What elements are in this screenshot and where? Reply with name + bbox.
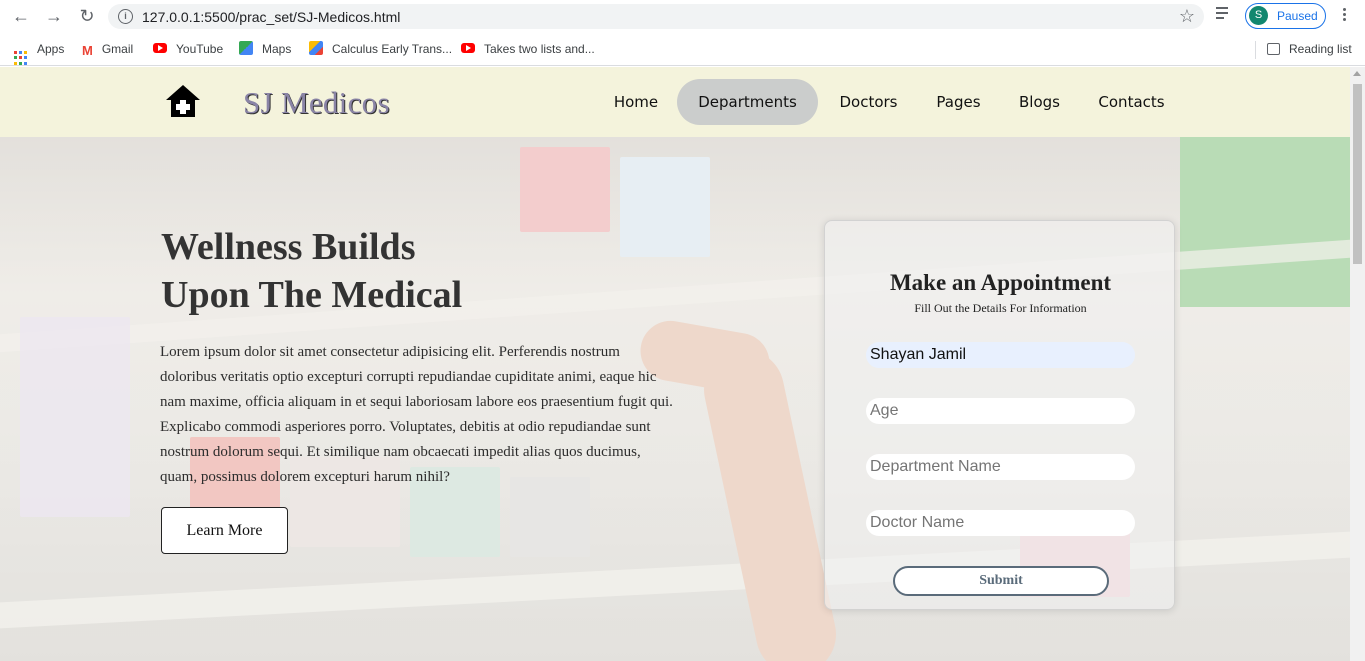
appointment-title: Make an Appointment	[889, 270, 1112, 295]
hospital-home-icon[interactable]	[164, 83, 202, 119]
apps-grid-icon	[14, 51, 28, 65]
bookmark-label: Maps	[262, 42, 292, 56]
site-header: SJ Medicos Home Departments Doctors Page…	[0, 67, 1350, 137]
page-viewport: SJ Medicos Home Departments Doctors Page…	[0, 67, 1365, 661]
scrollbar-thumb[interactable]	[1353, 84, 1362, 264]
hero-section: Wellness Builds Upon The Medical Lorem i…	[0, 137, 1350, 661]
media-queue-icon[interactable]	[1216, 7, 1234, 23]
hero-title-line: Upon The Medical	[161, 274, 463, 316]
reading-list-label: Reading list	[1289, 42, 1352, 56]
nav-doctors[interactable]: Doctors	[828, 79, 909, 125]
nav-home[interactable]: Home	[604, 79, 668, 125]
bookmark-label: YouTube	[176, 42, 224, 56]
appointment-subtitle: Fill Out the Details For Information	[914, 301, 1087, 315]
department-field[interactable]	[866, 454, 1135, 480]
youtube-icon	[461, 43, 475, 53]
forward-arrow-icon[interactable]: →	[43, 5, 65, 27]
scroll-up-arrow-icon[interactable]	[1353, 71, 1361, 76]
browser-toolbar: ← → ↻ i 127.0.0.1:5500/prac_set/SJ-Medic…	[0, 0, 1365, 33]
youtube-icon	[153, 43, 167, 53]
page-scrollbar[interactable]	[1350, 67, 1365, 661]
learn-more-button[interactable]: Learn More	[161, 507, 288, 554]
hero-title-line: Wellness Builds	[161, 226, 416, 268]
appointment-form: Make an Appointment Fill Out the Details…	[824, 220, 1175, 610]
doctor-field[interactable]	[866, 510, 1135, 536]
bookmark-label: Takes two lists and...	[484, 42, 595, 56]
avatar: S	[1249, 6, 1268, 25]
bookmarks-divider	[1255, 41, 1256, 59]
maps-icon	[239, 41, 253, 55]
reading-list-button[interactable]: Reading list	[1267, 40, 1352, 58]
bookmark-star-icon[interactable]: ☆	[1179, 6, 1195, 27]
age-field[interactable]	[866, 398, 1135, 424]
site-info-icon[interactable]: i	[118, 9, 133, 24]
bookmark-maps[interactable]: Maps	[239, 40, 291, 58]
nav-pages[interactable]: Pages	[928, 79, 989, 125]
nav-blogs[interactable]: Blogs	[1010, 79, 1069, 125]
bookmark-label: Calculus Early Trans...	[332, 42, 453, 56]
hero-paragraph: Lorem ipsum dolor sit amet consectetur a…	[160, 344, 673, 485]
brand-name[interactable]: SJ Medicos	[243, 85, 390, 121]
nav-contacts[interactable]: Contacts	[1087, 79, 1176, 125]
address-bar[interactable]: i 127.0.0.1:5500/prac_set/SJ-Medicos.htm…	[108, 4, 1204, 29]
reload-icon[interactable]: ↻	[76, 5, 98, 27]
bookmark-label: Apps	[37, 42, 65, 56]
profile-status: Paused	[1277, 9, 1318, 23]
calculus-site-icon	[309, 41, 323, 55]
profile-button[interactable]: S Paused	[1245, 3, 1326, 29]
bookmark-youtube[interactable]: YouTube	[153, 40, 223, 58]
bookmark-gmail[interactable]: M Gmail	[82, 40, 133, 58]
hero-title: Wellness Builds Upon The Medical	[161, 223, 462, 319]
bookmark-calculus[interactable]: Calculus Early Trans...	[309, 40, 452, 58]
bookmark-label: Gmail	[101, 42, 134, 56]
bookmark-takes-two-lists[interactable]: Takes two lists and...	[461, 40, 595, 58]
bookmark-apps[interactable]: Apps	[14, 40, 65, 65]
url-text[interactable]: 127.0.0.1:5500/prac_set/SJ-Medicos.html	[142, 9, 400, 25]
name-field[interactable]	[866, 342, 1135, 368]
nav-departments[interactable]: Departments	[677, 79, 818, 125]
submit-button[interactable]: Submit	[893, 566, 1109, 596]
browser-menu-icon[interactable]	[1338, 6, 1350, 26]
back-arrow-icon[interactable]: ←	[10, 5, 32, 27]
bookmarks-bar: Apps M Gmail YouTube Maps Calculus Early …	[0, 33, 1365, 66]
gmail-icon: M	[82, 43, 93, 58]
reading-list-icon	[1267, 43, 1280, 55]
